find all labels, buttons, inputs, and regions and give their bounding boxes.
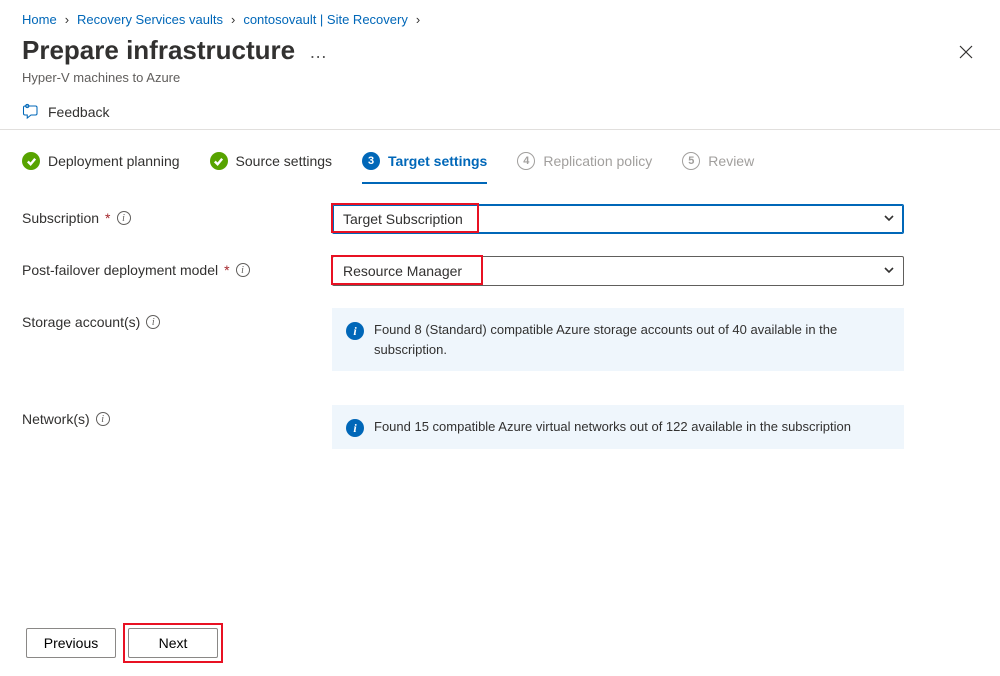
step-label: Review xyxy=(708,153,754,169)
breadcrumb: Home › Recovery Services vaults › contos… xyxy=(22,12,978,27)
feedback-button[interactable]: Feedback xyxy=(22,103,978,121)
wizard-steps: Deployment planning Source settings 3 Ta… xyxy=(22,130,978,176)
chevron-right-icon: › xyxy=(416,12,420,27)
step-label: Target settings xyxy=(388,153,487,169)
check-circle-icon xyxy=(22,152,40,170)
storage-accounts-info-banner: i Found 8 (Standard) compatible Azure st… xyxy=(332,308,904,371)
subscription-value: Target Subscription xyxy=(343,211,463,227)
required-indicator: * xyxy=(224,262,229,278)
check-circle-icon xyxy=(210,152,228,170)
storage-accounts-info-text: Found 8 (Standard) compatible Azure stor… xyxy=(374,320,890,359)
step-number-icon: 3 xyxy=(362,152,380,170)
breadcrumb-home[interactable]: Home xyxy=(22,12,57,27)
info-icon[interactable]: i xyxy=(236,263,250,277)
required-indicator: * xyxy=(105,210,110,226)
step-number-icon: 4 xyxy=(517,152,535,170)
step-label: Source settings xyxy=(236,153,333,169)
feedback-icon xyxy=(22,103,40,121)
info-filled-icon: i xyxy=(346,419,364,437)
networks-info-banner: i Found 15 compatible Azure virtual netw… xyxy=(332,405,904,449)
networks-info-text: Found 15 compatible Azure virtual networ… xyxy=(374,417,851,437)
page-subtitle: Hyper-V machines to Azure xyxy=(22,70,978,85)
info-filled-icon: i xyxy=(346,322,364,340)
step-review[interactable]: 5 Review xyxy=(682,152,754,170)
step-label: Replication policy xyxy=(543,153,652,169)
close-button[interactable] xyxy=(958,44,974,63)
step-replication-policy[interactable]: 4 Replication policy xyxy=(517,152,652,170)
page-title: Prepare infrastructure xyxy=(22,35,295,66)
more-actions-button[interactable]: … xyxy=(309,42,329,63)
chevron-down-icon xyxy=(883,211,895,227)
networks-label: Network(s) xyxy=(22,411,90,427)
step-target-settings[interactable]: 3 Target settings xyxy=(362,152,487,184)
post-failover-deployment-model-select[interactable]: Resource Manager xyxy=(332,256,904,286)
step-label: Deployment planning xyxy=(48,153,180,169)
breadcrumb-vaults[interactable]: Recovery Services vaults xyxy=(77,12,223,27)
info-icon[interactable]: i xyxy=(117,211,131,225)
chevron-down-icon xyxy=(883,263,895,279)
subscription-select[interactable]: Target Subscription xyxy=(332,204,904,234)
close-icon xyxy=(958,44,974,60)
step-number-icon: 5 xyxy=(682,152,700,170)
breadcrumb-vault[interactable]: contosovault | Site Recovery xyxy=(243,12,408,27)
previous-button[interactable]: Previous xyxy=(26,628,116,658)
chevron-right-icon: › xyxy=(65,12,69,27)
storage-accounts-label: Storage account(s) xyxy=(22,314,140,330)
post-failover-deployment-model-label: Post-failover deployment model xyxy=(22,262,218,278)
chevron-right-icon: › xyxy=(231,12,235,27)
step-deployment-planning[interactable]: Deployment planning xyxy=(22,152,180,170)
next-button[interactable]: Next xyxy=(128,628,218,658)
info-icon[interactable]: i xyxy=(96,412,110,426)
step-source-settings[interactable]: Source settings xyxy=(210,152,333,170)
subscription-label: Subscription xyxy=(22,210,99,226)
info-icon[interactable]: i xyxy=(146,315,160,329)
post-failover-deployment-model-value: Resource Manager xyxy=(343,263,462,279)
footer: Previous Next xyxy=(0,616,1000,676)
feedback-label: Feedback xyxy=(48,104,109,120)
form: Subscription * i Target Subscription Pos… xyxy=(22,204,978,449)
